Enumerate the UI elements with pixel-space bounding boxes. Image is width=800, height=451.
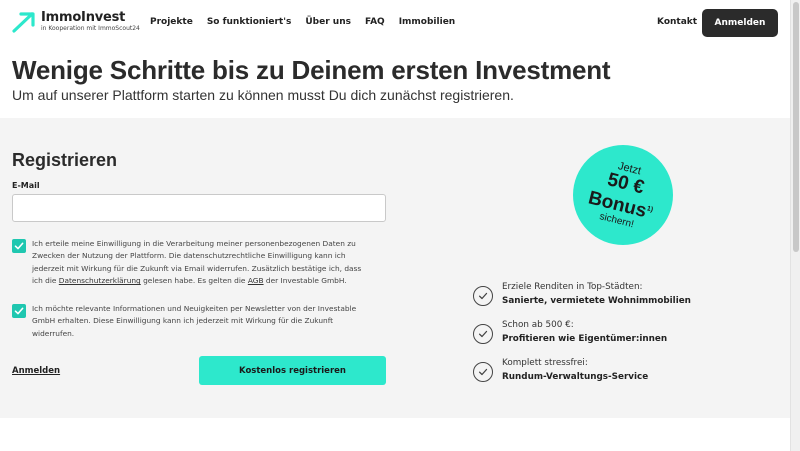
anmelden-button[interactable]: Anmelden	[702, 9, 778, 37]
consent-privacy-text-part: gelesen habe. Es gelten die	[140, 276, 248, 286]
consent-newsletter-text: Ich möchte relevante Informationen und N…	[32, 304, 357, 338]
consent-privacy-text: Ich erteile meine Einwilligung in die Ve…	[32, 238, 372, 288]
benefit-item: Schon ab 500 €: Profitieren wie Eigentüm…	[473, 320, 753, 350]
check-circle-icon	[473, 362, 493, 382]
nav-projekte[interactable]: Projekte	[150, 17, 193, 27]
benefit-line2: Profitieren wie Eigentümer:innen	[502, 334, 668, 344]
bonus-footnote: 1)	[645, 205, 654, 214]
logo[interactable]: ImmoInvest in Kooperation mit ImmoScout2…	[12, 11, 140, 33]
consent-privacy-checkbox[interactable]	[12, 239, 26, 253]
form-title: Registrieren	[12, 150, 118, 170]
benefit-line1: Erziele Renditen in Top-Städten:	[502, 282, 643, 292]
header: ImmoInvest in Kooperation mit ImmoScout2…	[0, 0, 790, 48]
logo-name: ImmoInvest	[41, 10, 126, 25]
logo-subtitle: in Kooperation mit ImmoScout24	[41, 25, 140, 32]
register-button[interactable]: Kostenlos registrieren	[199, 356, 386, 385]
nav-faq[interactable]: FAQ	[365, 17, 385, 27]
benefit-line1: Schon ab 500 €:	[502, 320, 574, 330]
nav-ueber-uns[interactable]: Über uns	[305, 17, 351, 27]
benefit-line1: Komplett stressfrei:	[502, 358, 588, 368]
email-input[interactable]	[12, 194, 386, 222]
nav-immobilien[interactable]: Immobilien	[399, 17, 456, 27]
check-circle-icon	[473, 286, 493, 306]
scrollbar-thumb[interactable]	[793, 2, 799, 252]
benefit-item: Komplett stressfrei: Rundum-Verwaltungs-…	[473, 358, 753, 388]
login-link[interactable]: Anmelden	[12, 366, 60, 376]
page-scrollbar[interactable]	[790, 0, 800, 451]
agb-link[interactable]: AGB	[248, 276, 264, 285]
consent-newsletter-checkbox[interactable]	[12, 304, 26, 318]
email-label: E-Mail	[12, 181, 40, 190]
kontakt-link[interactable]: Kontakt	[657, 17, 697, 27]
bonus-badge: Jetzt 50 € Bonus1) sichern!	[573, 145, 673, 245]
check-icon	[14, 242, 24, 250]
consent-privacy-text-part: der Investable GmbH.	[263, 276, 347, 286]
page-title: Wenige Schritte bis zu Deinem ersten Inv…	[12, 55, 611, 85]
benefit-line2: Rundum-Verwaltungs-Service	[502, 372, 649, 382]
check-circle-icon	[473, 324, 493, 344]
page-subtitle: Um auf unserer Plattform starten zu könn…	[12, 87, 514, 103]
nav-so-funktionierts[interactable]: So funktioniert's	[207, 17, 292, 27]
benefit-line2: Sanierte, vermietete Wohnimmobilien	[502, 296, 691, 306]
main-nav: Projekte So funktioniert's Über uns FAQ …	[150, 17, 469, 27]
check-icon	[14, 307, 24, 315]
benefit-item: Erziele Renditen in Top-Städten: Saniert…	[473, 282, 753, 312]
datenschutz-link[interactable]: Datenschutzerklärung	[59, 276, 141, 285]
arrow-logo-icon	[12, 12, 35, 33]
